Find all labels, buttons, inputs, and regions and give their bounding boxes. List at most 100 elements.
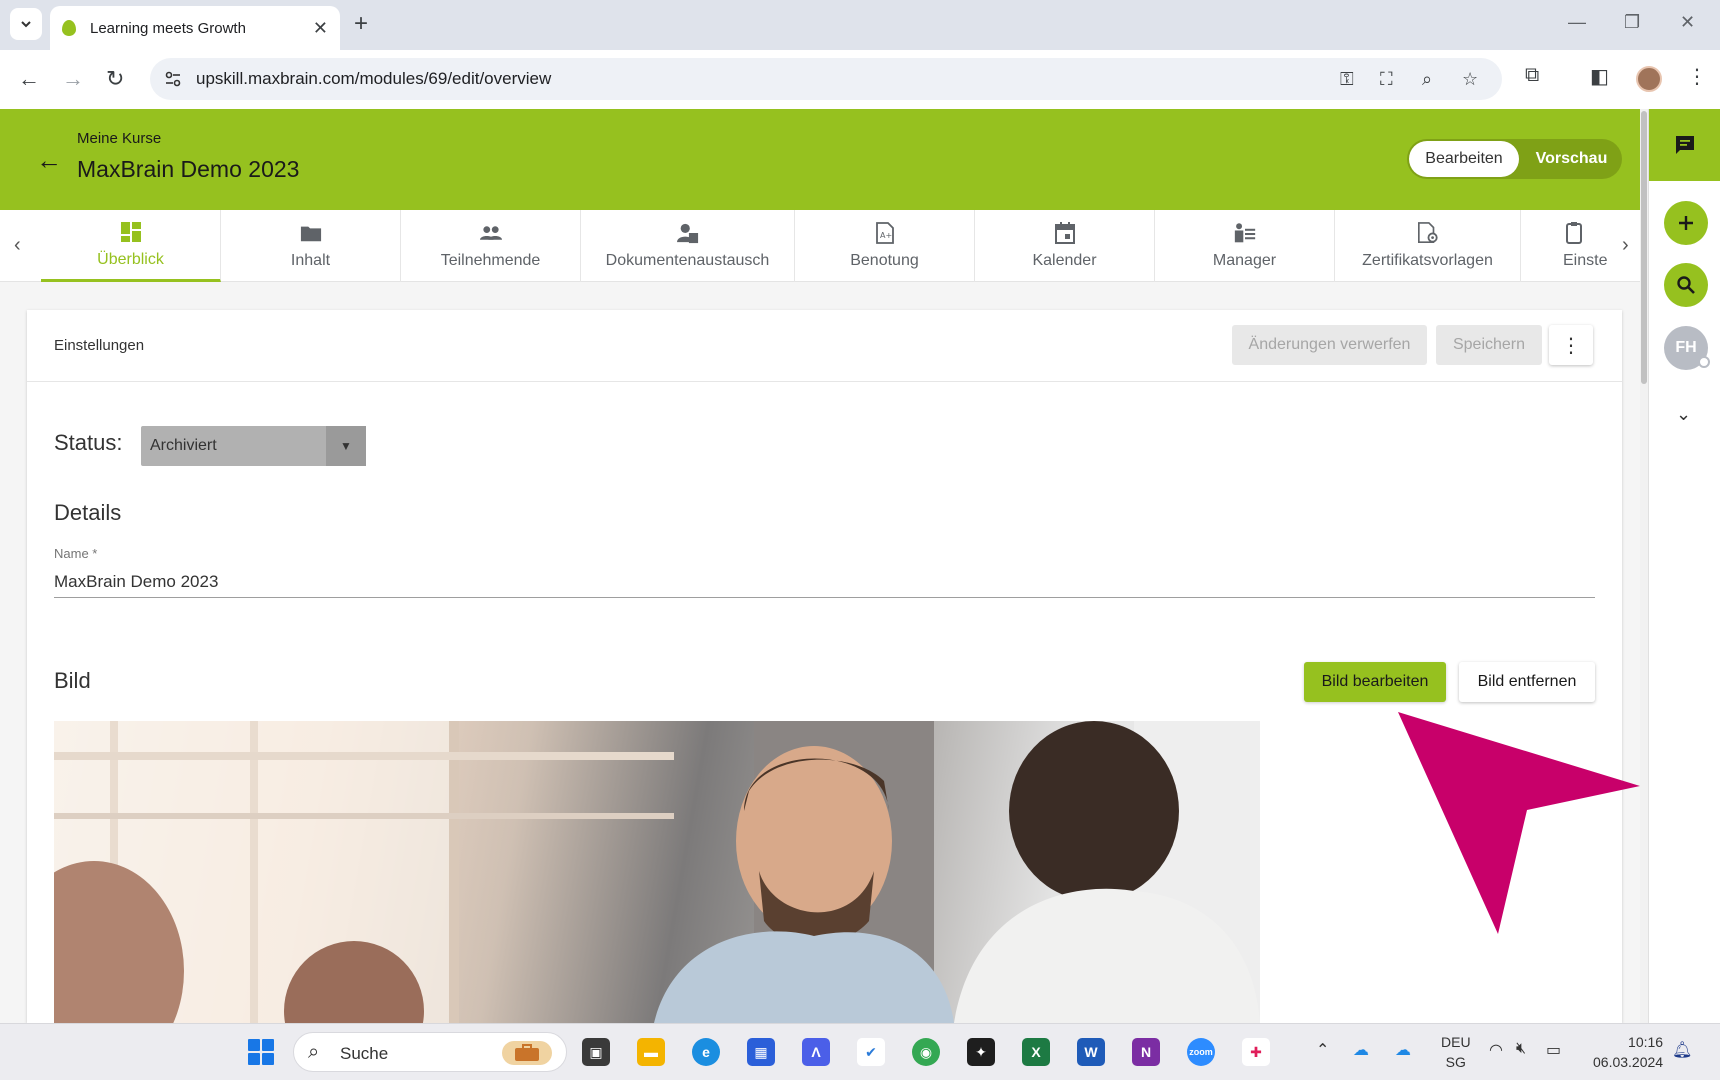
new-tab-icon[interactable]: +	[354, 11, 368, 37]
back-icon[interactable]: ←	[18, 66, 40, 92]
input-language[interactable]: DEU SG	[1441, 1032, 1471, 1072]
status-select[interactable]: Archiviert ▼	[141, 426, 366, 466]
discard-changes-button[interactable]: Änderungen verwerfen	[1232, 325, 1427, 365]
extensions-icon[interactable]: ⧉	[1525, 64, 1539, 87]
search-icon	[1677, 276, 1695, 294]
image-heading: Bild	[54, 668, 91, 693]
restore-icon[interactable]: ❐	[1624, 12, 1640, 33]
status-dot	[1698, 356, 1710, 368]
tab-search-button[interactable]	[10, 8, 42, 40]
side-panel-icon[interactable]: ◧	[1590, 64, 1609, 89]
breadcrumb[interactable]: Meine Kurse	[77, 130, 161, 147]
zoom-app-icon[interactable]: zoom	[1187, 1038, 1215, 1066]
tab-document-exchange[interactable]: Dokumentenaustausch	[581, 210, 795, 282]
volume-muted-icon[interactable]: 🔇︎	[1516, 1040, 1526, 1058]
back-arrow-icon[interactable]: ←	[36, 145, 62, 176]
profile-avatar[interactable]	[1636, 66, 1662, 92]
briefcase-icon	[502, 1041, 552, 1065]
site-favicon-icon	[62, 20, 76, 36]
browser-menu-icon[interactable]: ⋮	[1687, 64, 1707, 89]
bookmark-star-icon[interactable]: ☆	[1462, 69, 1478, 90]
address-bar[interactable]: upskill.maxbrain.com/modules/69/edit/ove…	[150, 58, 1502, 100]
tab-manager[interactable]: Manager	[1155, 210, 1335, 282]
chat-button[interactable]	[1649, 109, 1720, 181]
browser-tabstrip: Learning meets Growth ✕ + — ❐ ✕	[0, 0, 1720, 50]
edge-icon[interactable]: e	[692, 1038, 720, 1066]
tab-certificate-templates[interactable]: Zertifikatsvorlagen	[1335, 210, 1521, 282]
preview-mode-button[interactable]: Vorschau	[1523, 141, 1620, 177]
save-button[interactable]: Speichern	[1436, 325, 1542, 365]
annotation-arrow-icon	[1398, 712, 1640, 934]
people-icon	[479, 222, 502, 244]
chat-icon	[1676, 136, 1694, 154]
onenote-icon[interactable]: N	[1132, 1038, 1160, 1066]
tabs-scroll-left-icon[interactable]: ‹	[14, 234, 21, 257]
tab-participants[interactable]: Teilnehmende	[401, 210, 581, 282]
reload-icon[interactable]: ↻	[106, 66, 124, 92]
tab-grading[interactable]: A+ Benotung	[795, 210, 975, 282]
app-a-icon[interactable]: Λ	[802, 1038, 830, 1066]
browser-tab[interactable]: Learning meets Growth ✕	[50, 6, 340, 50]
folder-icon	[300, 222, 322, 244]
onedrive-icon[interactable]: ☁	[1353, 1040, 1369, 1060]
more-options-button[interactable]: ⋮	[1549, 325, 1593, 365]
file-explorer-icon[interactable]: ▬	[637, 1038, 665, 1066]
tab-close-icon[interactable]: ✕	[313, 18, 328, 39]
status-label: Status:	[54, 430, 123, 455]
search-button[interactable]	[1664, 263, 1708, 307]
tab-content[interactable]: Inhalt	[221, 210, 401, 282]
tab-calendar[interactable]: Kalender	[975, 210, 1155, 282]
user-avatar[interactable]: FH	[1664, 326, 1710, 370]
dashboard-icon	[120, 221, 142, 243]
figma-icon[interactable]: ✦	[967, 1038, 995, 1066]
name-field[interactable]	[54, 566, 1595, 598]
task-view-icon[interactable]: ▣	[582, 1038, 610, 1066]
window-close-icon[interactable]: ✕	[1680, 12, 1695, 33]
site-settings-icon[interactable]	[164, 70, 182, 88]
slack-icon[interactable]: ✚	[1242, 1038, 1270, 1066]
chevron-down-icon	[21, 21, 31, 28]
calendar-icon	[1054, 222, 1076, 244]
todo-icon[interactable]: ✔	[857, 1038, 885, 1066]
tray-overflow-icon[interactable]: ⌃	[1316, 1040, 1329, 1060]
tab-label: Manager	[1212, 252, 1277, 269]
onedrive-personal-icon[interactable]: ☁	[1395, 1040, 1411, 1060]
battery-icon[interactable]: ▭	[1546, 1040, 1561, 1060]
store-icon[interactable]: ▦	[747, 1038, 775, 1066]
clock[interactable]: 10:16 06.03.2024	[1593, 1032, 1663, 1072]
translate-icon[interactable]: ⛶	[1380, 69, 1393, 90]
tab-label: Benotung	[850, 252, 919, 269]
page-title: MaxBrain Demo 2023	[77, 156, 300, 182]
browser-toolbar: ← → ↻ upskill.maxbrain.com/modules/69/ed…	[0, 50, 1720, 109]
course-photo-illustration	[54, 721, 1260, 1023]
chevron-down-icon[interactable]: ⌄	[1676, 404, 1691, 425]
excel-icon[interactable]: X	[1022, 1038, 1050, 1066]
tab-overview[interactable]: Überblick	[41, 210, 221, 282]
scrollbar-thumb[interactable]	[1641, 111, 1647, 384]
tab-settings[interactable]: Einste	[1521, 210, 1609, 282]
start-button[interactable]	[248, 1039, 274, 1065]
edit-image-button[interactable]: Bild bearbeiten	[1304, 662, 1446, 702]
card-header: Einstellungen Änderungen verwerfen Speic…	[27, 310, 1622, 382]
minimize-icon[interactable]: —	[1568, 12, 1586, 33]
forward-icon[interactable]: →	[62, 66, 84, 92]
avatar-initials: FH	[1675, 339, 1697, 356]
key-icon[interactable]: ⚿	[1340, 69, 1354, 90]
card-title: Einstellungen	[54, 337, 145, 354]
wifi-icon[interactable]: ◠	[1489, 1040, 1503, 1060]
edit-mode-button[interactable]: Bearbeiten	[1409, 141, 1519, 177]
tab-label: Teilnehmende	[440, 252, 541, 269]
more-vert-icon: ⋮	[1561, 334, 1581, 357]
remove-image-button[interactable]: Bild entfernen	[1459, 662, 1595, 702]
notification-bell-icon[interactable]: 🔔︎	[1672, 1040, 1692, 1060]
add-button[interactable]	[1664, 201, 1708, 245]
document-exchange-icon	[676, 222, 699, 244]
word-icon[interactable]: W	[1077, 1038, 1105, 1066]
plus-icon	[1679, 216, 1693, 230]
taskbar-search[interactable]: ⌕ Suche	[293, 1032, 567, 1072]
tabs-scroll-right-icon[interactable]: ›	[1622, 234, 1629, 257]
tab-label: Überblick	[97, 250, 164, 268]
zoom-icon[interactable]: ⌕	[1422, 69, 1432, 90]
side-rail: FH ⌄	[1648, 109, 1720, 1023]
chrome-icon[interactable]: ◉	[912, 1038, 940, 1066]
